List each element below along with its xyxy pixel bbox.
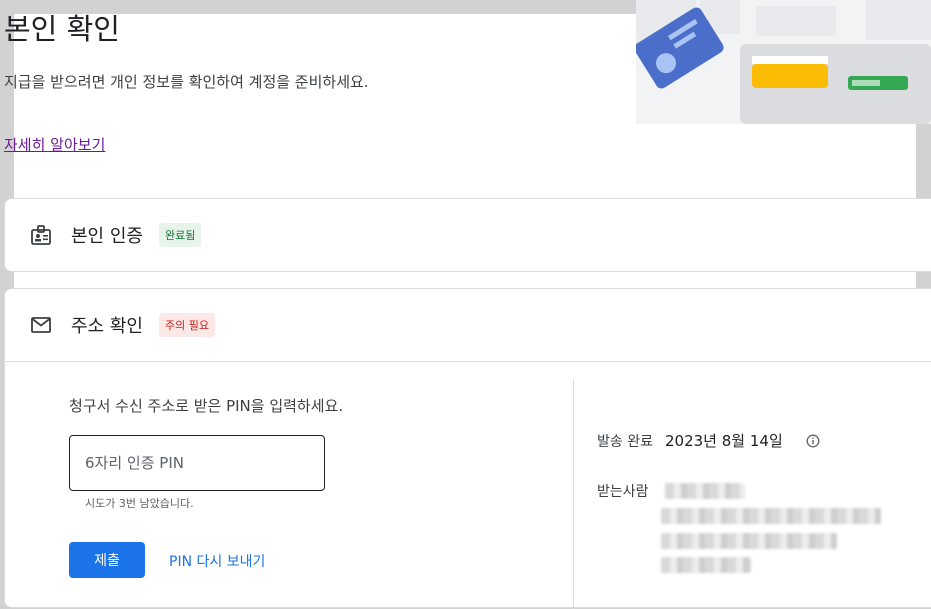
pin-prompt: 청구서 수신 주소로 받은 PIN을 입력하세요.	[69, 397, 344, 415]
page-description: 지급을 받으려면 개인 정보를 확인하여 계정을 준비하세요.	[4, 73, 369, 91]
identity-verification-card[interactable]: 본인 인증 완료됨	[4, 198, 931, 272]
submit-button[interactable]: 제출	[69, 542, 145, 578]
address-verification-card: 주소 확인 주의 필요 청구서 수신 주소로 받은 PIN을 입력하세요. 시도…	[4, 288, 931, 609]
id-badge-icon	[29, 223, 53, 247]
mail-icon	[29, 313, 53, 337]
address-section-label: 주소 확인	[71, 316, 143, 337]
learn-more-link[interactable]: 자세히 알아보기	[4, 134, 105, 155]
pin-input[interactable]	[69, 435, 325, 491]
info-icon[interactable]	[806, 433, 820, 448]
address-section-header[interactable]: 주소 확인 주의 필요	[5, 289, 931, 361]
attempts-remaining: 시도가 3번 남았습니다.	[85, 497, 194, 510]
sent-date: 2023년 8월 14일	[665, 432, 783, 450]
page-title: 본인 확인	[4, 12, 120, 46]
column-divider	[573, 379, 574, 609]
recipient-label: 받는사람	[597, 484, 649, 500]
hero-illustration	[636, 0, 931, 124]
section-divider	[5, 361, 931, 362]
redacted-address-line	[665, 483, 745, 499]
identity-section-label: 본인 인증	[71, 226, 143, 247]
resend-pin-link[interactable]: PIN 다시 보내기	[169, 551, 265, 571]
status-badge: 완료됨	[158, 223, 202, 247]
page-backdrop: 본인 확인 지급을 받으려면 개인 정보를 확인하여 계정을 준비하세요. 자세…	[0, 0, 931, 609]
redacted-address-line	[661, 533, 837, 549]
redacted-address-line	[661, 557, 751, 573]
status-badge: 주의 필요	[158, 313, 215, 337]
redacted-address-line	[661, 508, 881, 524]
sent-label: 발송 완료	[597, 434, 653, 450]
